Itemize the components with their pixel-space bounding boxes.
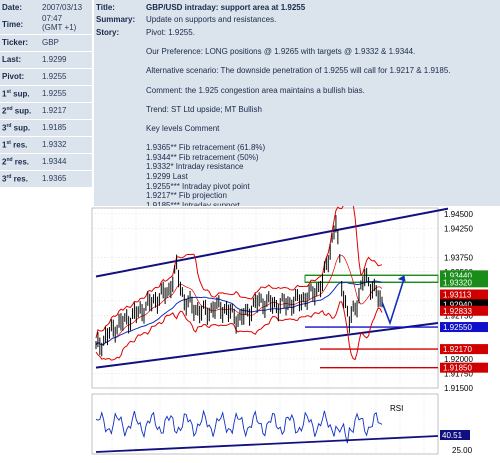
pivot-value: 1.9255 [42, 72, 67, 81]
story-line: 1.9217** Fib projection [146, 191, 227, 201]
story-line: Alternative scenario: The downside penet… [146, 66, 451, 76]
price-tick-label: 1.94250 [444, 224, 473, 233]
resistance-3-value: 1.9365 [42, 174, 67, 183]
ticker-label: Ticker: [2, 38, 29, 47]
story-line: 1.9255*** Intraday pivot point [146, 181, 250, 191]
story-line: Pivot: 1.9255. [146, 28, 195, 37]
story-line [146, 114, 498, 124]
timezone-value: (GMT +1) [42, 23, 77, 32]
price-tag-label: 1.91850 [443, 364, 472, 373]
resistance-1-value: 1.9332 [42, 140, 67, 149]
price-tick-label: 1.94500 [444, 210, 473, 219]
story-line: Key levels Comment [146, 123, 220, 133]
time-value: 07:47 [42, 14, 63, 23]
last-value: 1.9299 [42, 55, 67, 64]
price-tag-label: 1.93113 [443, 291, 472, 300]
story-line [146, 134, 498, 144]
resistance-3-label: 3rd res. [2, 174, 28, 184]
resistance-2-value: 1.9344 [42, 157, 67, 166]
title-value: GBP/USD intraday: support area at 1.9255 [146, 3, 306, 12]
rsi-label: RSI [390, 404, 403, 413]
title-label: Title: [96, 3, 115, 12]
time-row: Time: 07:47 (GMT +1) [0, 12, 92, 35]
price-tick-label: 1.92000 [444, 355, 473, 364]
pivot-row: Pivot: 1.9255 [0, 69, 92, 86]
analysis-panel: Title: GBP/USD intraday: support area at… [94, 0, 500, 210]
date-value: 2007/03/13 [42, 3, 83, 12]
resistance-2-label: 2nd res. [2, 157, 30, 167]
ticker-value: GBP [42, 38, 59, 47]
support-2-row: 2nd sup. 1.9217 [0, 103, 92, 120]
story-line: 1.9332* Intraday resistance [146, 162, 244, 172]
support-1-row: 1st sup. 1.9255 [0, 86, 92, 103]
support-2-label: 2nd sup. [2, 106, 32, 116]
last-row: Last: 1.9299 [0, 52, 92, 69]
price-tag-label: 1.92833 [443, 307, 472, 316]
resistance-1-label: 1st res. [2, 140, 28, 150]
story-line: Comment: the 1.925 congestion area maint… [146, 85, 365, 95]
support-3-row: 3rd sup. 1.9185 [0, 120, 92, 137]
story-line: Trend: ST Ltd upside; MT Bullish [146, 104, 262, 114]
story-label: Story: [96, 28, 120, 37]
story-line: Our Preference: LONG positions @ 1.9265 … [146, 47, 416, 57]
price-tick-label: 1.93750 [444, 253, 473, 262]
last-label: Last: [2, 55, 22, 64]
ticker-row: Ticker: GBP [0, 35, 92, 52]
story-line: 1.9365** Fib retracement (61.8%) [146, 143, 266, 153]
price-tick-label: 1.91500 [444, 384, 473, 393]
support-1-value: 1.9255 [42, 89, 67, 98]
resistance-2-row: 2nd res. 1.9344 [0, 154, 92, 171]
chart-svg: 1.945001.942501.937501.935001.930001.927… [90, 192, 500, 461]
support-1-label: 1st sup. [2, 89, 30, 99]
story-line: 1.9344** Fib retracement (50%) [146, 152, 259, 162]
story-line [146, 95, 498, 105]
support-3-value: 1.9185 [42, 123, 67, 132]
story-line [146, 76, 498, 86]
support-3-label: 3rd sup. [2, 123, 31, 133]
support-2-value: 1.9217 [42, 106, 67, 115]
resistance-3-row: 3rd res. 1.9365 [0, 171, 92, 188]
resistance-1-row: 1st res. 1.9332 [0, 137, 92, 154]
rsi-tick-label: 25.00 [452, 446, 473, 455]
date-label: Date: [2, 3, 23, 12]
time-label: Time: [2, 20, 24, 29]
story-line: 1.9299 Last [146, 171, 188, 181]
summary-label: Summary: [96, 15, 136, 24]
price-chart: 1.945001.942501.937501.935001.930001.927… [90, 192, 500, 461]
rsi-value-label: 40.51 [442, 431, 463, 440]
price-tag-label: 1.92550 [443, 323, 472, 332]
price-tag-label: 1.93320 [443, 278, 472, 287]
summary-value: Update on supports and resistances. [146, 15, 277, 24]
story-line [146, 57, 498, 67]
story-line [146, 38, 498, 48]
story-text: Pivot: 1.9255. Our Preference: LONG posit… [146, 28, 498, 210]
pivot-label: Pivot: [2, 72, 25, 81]
price-tag-label: 1.92170 [443, 345, 472, 354]
